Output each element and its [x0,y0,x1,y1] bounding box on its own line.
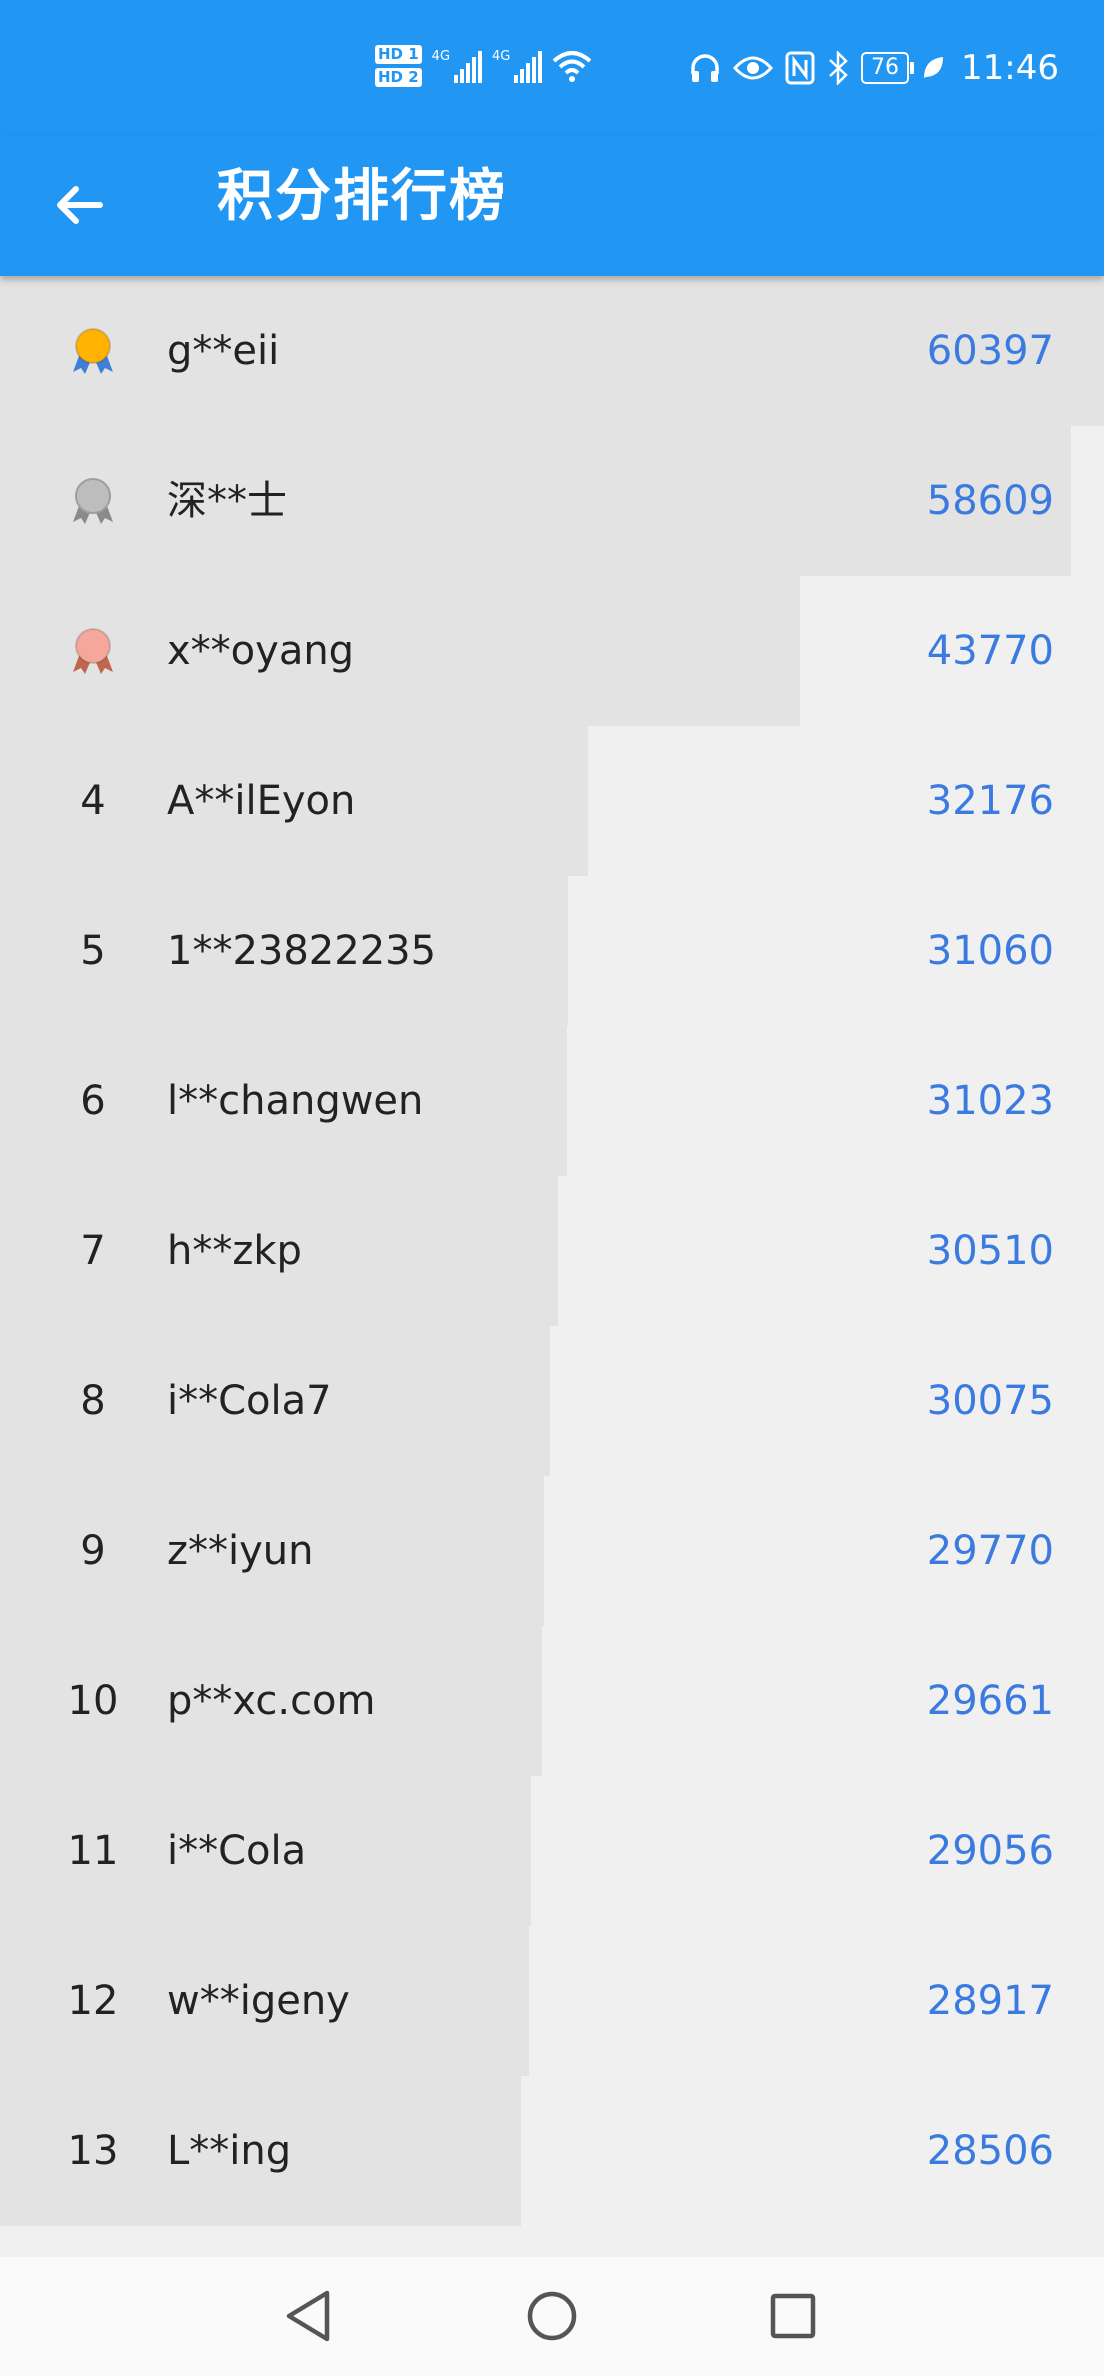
eye-icon [733,56,774,80]
app-bar: 积分排行榜 [0,135,1104,276]
recents-square-icon [770,2293,816,2339]
score-value: 28506 [926,2128,1054,2174]
leaderboard-row[interactable]: 6 l**changwen 31023 [0,1026,1104,1176]
rank-number: 4 [80,778,106,824]
system-navigation-bar [0,2257,1104,2376]
nav-home-button[interactable] [517,2281,587,2351]
gold-medal-icon [52,276,134,426]
username: i**Cola [167,1828,307,1874]
medal-icon [73,328,113,374]
score-value: 31023 [926,1078,1054,1124]
score-value: 58609 [926,478,1054,524]
leaderboard-row[interactable]: 12 w**igeny 28917 [0,1926,1104,2076]
hd-badges: HD 1 HD 2 [375,45,422,87]
nav-recents-button[interactable] [758,2281,828,2351]
leaderboard-row[interactable]: 4 A**ilEyon 32176 [0,726,1104,876]
back-triangle-icon [286,2290,330,2342]
score-value: 30510 [926,1228,1054,1274]
rank-number: 7 [80,1228,106,1274]
rank-number: 6 [80,1078,106,1124]
rank-number: 8 [80,1378,106,1424]
score-value: 28917 [926,1978,1054,2024]
rank-number: 12 [67,1978,119,2024]
score-value: 43770 [926,628,1054,674]
leaf-icon [924,57,944,78]
net2-label: 4G [492,49,511,64]
rank-number: 5 [80,928,106,974]
home-circle-icon [527,2291,577,2341]
leaderboard-row[interactable]: g**eii 60397 [0,276,1104,426]
score-value: 29770 [926,1528,1054,1574]
username: x**oyang [167,628,355,674]
leaderboard-row[interactable]: x**oyang 43770 [0,576,1104,726]
score-value: 30075 [926,1378,1054,1424]
score-value: 29661 [926,1678,1054,1724]
score-value: 31060 [926,928,1054,974]
username: h**zkp [167,1228,302,1274]
username: i**Cola7 [167,1378,332,1424]
rank-number: 9 [80,1528,106,1574]
username: 1**23822235 [167,928,437,974]
silver-medal-icon [52,426,134,576]
bluetooth-icon [829,51,848,85]
hd2-badge: HD 2 [375,68,422,87]
net1-label: 4G [431,49,451,64]
status-bar: HD 1 HD 2 4G 4G 76 11:46 [0,0,1104,135]
wifi-icon [553,51,592,82]
signal-icon: 4G [431,49,483,83]
username: l**changwen [167,1078,424,1124]
score-value: 60397 [926,328,1054,374]
rank-number: 10 [67,1678,119,1724]
clock: 11:46 [961,48,1059,88]
username: L**ing [167,2128,292,2174]
leaderboard-list[interactable]: g**eii 60397 深**士 58609 x**oyang 43770 4 A**ilE… [0,276,1104,2257]
back-button[interactable] [50,170,120,240]
battery-icon: 76 [861,52,915,84]
score-bar [0,426,1071,576]
username: p**xc.com [167,1678,376,1724]
rank-number: 11 [67,1828,119,1874]
leaderboard-row[interactable]: 11 i**Cola 29056 [0,1776,1104,1926]
page-title: 积分排行榜 [217,164,507,229]
leaderboard-row[interactable]: 5 1**23822235 31060 [0,876,1104,1026]
nfc-icon [785,51,815,85]
system-indicators: 76 11:46 [689,40,1059,96]
leaderboard-row[interactable]: 9 z**iyun 29770 [0,1476,1104,1626]
leaderboard-row[interactable]: 13 L**ing 28506 [0,2076,1104,2226]
medal-icon [73,478,113,524]
headphones-icon [691,54,719,82]
leaderboard-row[interactable]: 深**士 58609 [0,426,1104,576]
score-value: 32176 [926,778,1054,824]
leaderboard-row[interactable]: 7 h**zkp 30510 [0,1176,1104,1326]
hd1-badge: HD 1 [375,45,422,64]
username: 深**士 [167,478,287,524]
bronze-medal-icon [52,576,134,726]
medal-icon [73,628,113,674]
username: z**iyun [167,1528,314,1574]
leaderboard-row[interactable]: 10 p**xc.com 29661 [0,1626,1104,1776]
username: A**ilEyon [167,778,356,824]
signal-icon-2: 4G [492,49,543,83]
nav-back-button[interactable] [275,2281,345,2351]
leaderboard-row[interactable]: 8 i**Cola7 30075 [0,1326,1104,1476]
network-indicators: HD 1 HD 2 4G 4G [375,36,592,96]
arrow-left-icon [57,186,103,224]
score-value: 29056 [926,1828,1054,1874]
username: g**eii [167,328,280,374]
username: w**igeny [167,1978,350,2024]
rank-number: 13 [67,2128,119,2174]
